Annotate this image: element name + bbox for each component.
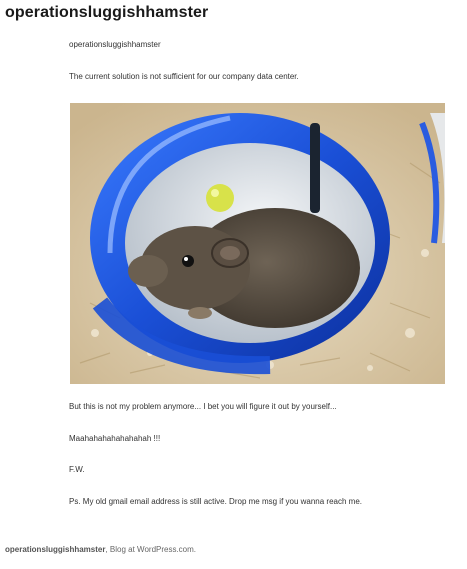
post-title: operationsluggishhamster bbox=[69, 40, 161, 49]
site-footer: operationsluggishhamster, Blog at WordPr… bbox=[5, 545, 196, 554]
post-paragraph: Maahahahahahahahah !!! bbox=[69, 434, 161, 443]
post-paragraph: Ps. My old gmail email address is still … bbox=[69, 497, 362, 506]
footer-credit[interactable]: , Blog at WordPress.com. bbox=[105, 545, 196, 554]
post-paragraph: But this is not my problem anymore... I … bbox=[69, 402, 337, 411]
footer-site-link[interactable]: operationsluggishhamster bbox=[5, 545, 105, 554]
post-signature: F.W. bbox=[69, 465, 85, 474]
site-title[interactable]: operationsluggishhamster bbox=[5, 4, 208, 22]
post-image bbox=[70, 103, 445, 384]
post-paragraph: The current solution is not sufficient f… bbox=[69, 72, 299, 81]
